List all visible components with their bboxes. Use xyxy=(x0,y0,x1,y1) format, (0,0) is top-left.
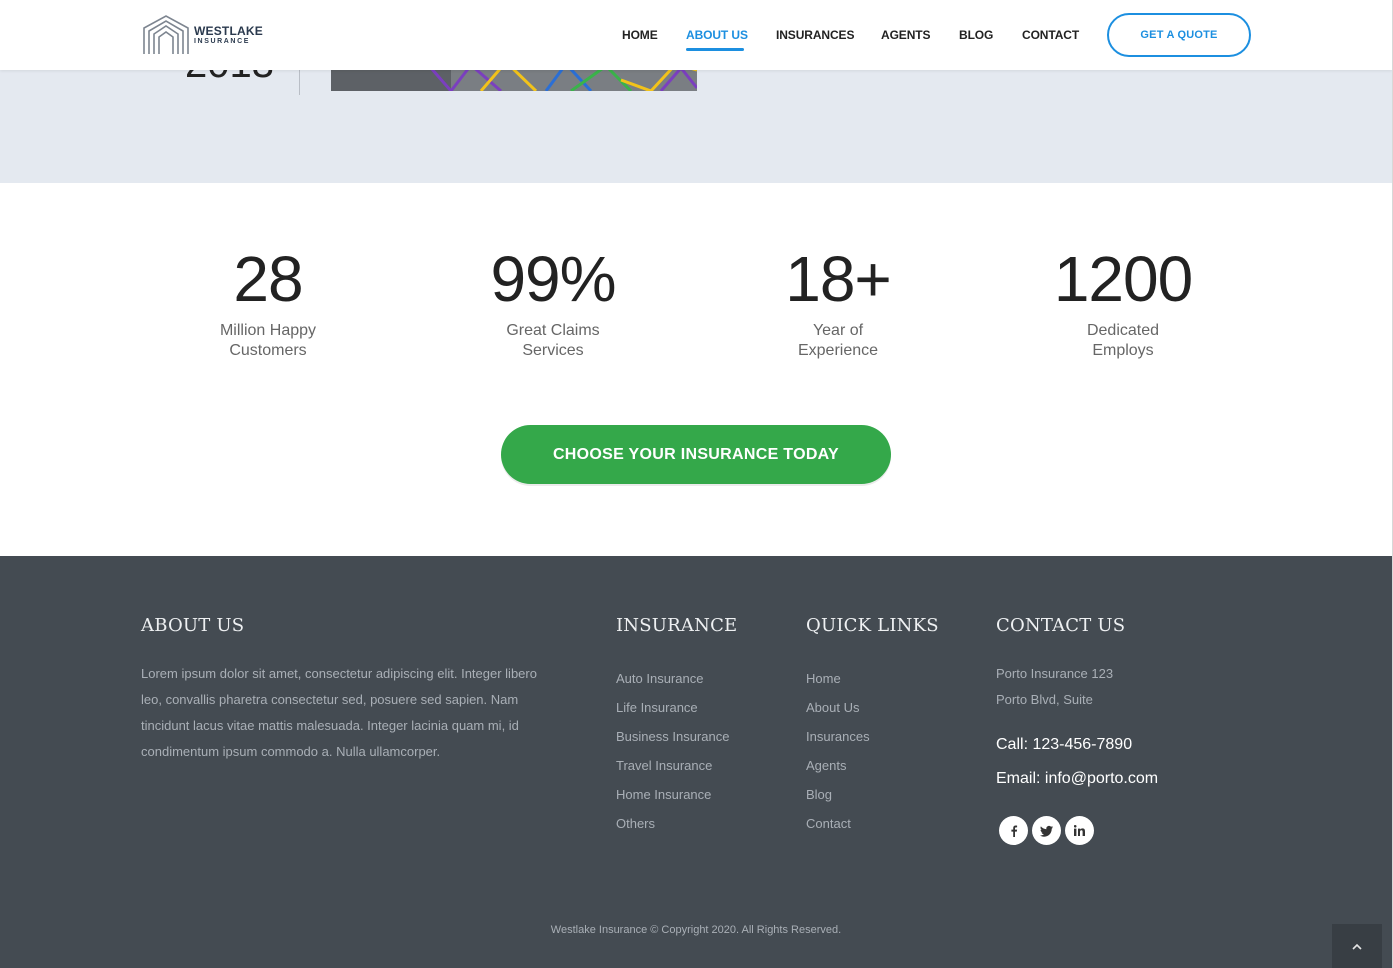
footer-about-heading: ABOUT US xyxy=(141,615,245,636)
footer-link-life-insurance[interactable]: Life Insurance xyxy=(616,693,729,722)
site-header: WESTLAKE INSURANCE HOME ABOUT US INSURAN… xyxy=(0,0,1392,70)
stat-value: 1200 xyxy=(1053,243,1193,315)
nav-home[interactable]: HOME xyxy=(622,28,658,42)
footer-link-about-us[interactable]: About Us xyxy=(806,693,870,722)
footer-contact-heading: CONTACT US xyxy=(996,615,1126,636)
footer-link-agents[interactable]: Agents xyxy=(806,751,870,780)
stat-happy-customers: 28 Million Happy Customers xyxy=(153,243,383,361)
stat-label-line: Dedicated xyxy=(1086,322,1160,339)
footer-address: Porto Insurance 123 Porto Blvd, Suite xyxy=(996,661,1113,713)
footer-link-home-insurance[interactable]: Home Insurance xyxy=(616,780,729,809)
nav-blog[interactable]: BLOG xyxy=(959,28,993,42)
stat-label-line: Experience xyxy=(797,342,879,359)
stat-label: Great Claims Services xyxy=(438,321,668,361)
logo-name: WESTLAKE xyxy=(194,23,263,38)
logo-mark-icon xyxy=(143,15,189,54)
footer-quick-links-heading: QUICK LINKS xyxy=(806,615,939,636)
scroll-to-top-button[interactable] xyxy=(1332,924,1382,968)
footer-link-insurances[interactable]: Insurances xyxy=(806,722,870,751)
stat-label-line: Million Happy xyxy=(219,322,317,339)
choose-insurance-button[interactable]: CHOOSE YOUR INSURANCE TODAY xyxy=(501,425,891,484)
footer-quick-links: Home About Us Insurances Agents Blog Con… xyxy=(806,664,870,838)
footer-link-business-insurance[interactable]: Business Insurance xyxy=(616,722,729,751)
footer-link-others[interactable]: Others xyxy=(616,809,729,838)
linkedin-icon[interactable] xyxy=(1065,816,1094,845)
site-footer: ABOUT US Lorem ipsum dolor sit amet, con… xyxy=(0,556,1392,968)
social-links xyxy=(999,816,1094,845)
twitter-icon[interactable] xyxy=(1032,816,1061,845)
stat-label-line: Employs xyxy=(1092,342,1154,359)
nav-active-indicator xyxy=(686,48,744,51)
copyright-text: Westlake Insurance © Copyright 2020. All… xyxy=(550,924,842,936)
nav-insurances[interactable]: INSURANCES xyxy=(776,28,854,42)
facebook-icon[interactable] xyxy=(999,816,1028,845)
get-a-quote-button[interactable]: GET A QUOTE xyxy=(1107,13,1251,57)
footer-insurance-links: Auto Insurance Life Insurance Business I… xyxy=(616,664,729,838)
stat-label-line: Year of xyxy=(812,322,864,339)
logo[interactable]: WESTLAKE INSURANCE xyxy=(142,14,263,55)
footer-email[interactable]: Email: info@porto.com xyxy=(996,770,1158,788)
footer-link-blog[interactable]: Blog xyxy=(806,780,870,809)
stat-value: 28 xyxy=(233,243,303,315)
footer-link-contact[interactable]: Contact xyxy=(806,809,870,838)
footer-link-auto-insurance[interactable]: Auto Insurance xyxy=(616,664,729,693)
chevron-up-icon xyxy=(1352,943,1362,950)
footer-address-line: Porto Insurance 123 xyxy=(996,666,1114,681)
nav-agents[interactable]: AGENTS xyxy=(881,28,931,42)
footer-about-text: Lorem ipsum dolor sit amet, consectetur … xyxy=(141,666,537,759)
stat-value: 18+ xyxy=(785,243,892,315)
stat-employees: 1200 Dedicated Employs xyxy=(1008,243,1238,361)
footer-phone[interactable]: Call: 123-456-7890 xyxy=(996,736,1132,754)
stat-label-line: Services xyxy=(522,342,584,359)
nav-about-us[interactable]: ABOUT US xyxy=(686,28,748,42)
stat-label: Million Happy Customers xyxy=(153,321,383,361)
footer-address-line: Porto Blvd, Suite xyxy=(996,692,1093,707)
footer-link-home[interactable]: Home xyxy=(806,664,870,693)
nav-contact[interactable]: CONTACT xyxy=(1022,28,1079,42)
footer-insurance-heading: INSURANCE xyxy=(616,615,738,636)
stat-label: Year of Experience xyxy=(723,321,953,361)
stat-label-line: Customers xyxy=(229,342,307,359)
stat-value: 99% xyxy=(490,243,616,315)
footer-link-travel-insurance[interactable]: Travel Insurance xyxy=(616,751,729,780)
logo-tagline: INSURANCE xyxy=(194,37,251,45)
stat-label: Dedicated Employs xyxy=(1008,321,1238,361)
stat-experience: 18+ Year of Experience xyxy=(723,243,953,361)
stat-label-line: Great Claims xyxy=(506,322,600,339)
stat-claims-services: 99% Great Claims Services xyxy=(438,243,668,361)
logo-text: WESTLAKE INSURANCE xyxy=(194,25,263,45)
